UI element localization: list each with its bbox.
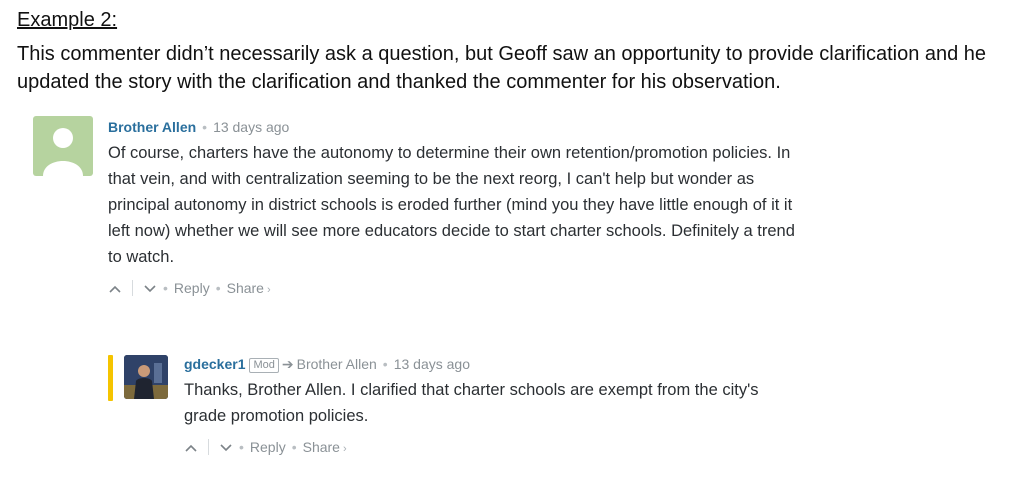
comment-actions: • Reply • Share ›	[108, 278, 798, 300]
separator-dot: •	[163, 280, 168, 296]
avatar[interactable]	[124, 355, 168, 399]
arrow-right-icon: ➔	[281, 356, 294, 372]
vote-divider	[132, 280, 133, 296]
share-button[interactable]: Share	[227, 280, 264, 296]
vote-divider	[208, 439, 209, 455]
intro-paragraph: This commenter didn’t necessarily ask a …	[17, 43, 987, 93]
separator-dot: •	[291, 439, 297, 455]
comment-timestamp[interactable]: 13 days ago	[213, 119, 289, 135]
upvote-icon[interactable]	[108, 278, 122, 298]
separator-dot: •	[239, 439, 244, 455]
comment-meta: Brother Allen • 13 days ago	[108, 116, 798, 138]
default-user-icon	[43, 128, 83, 176]
comment-actions: • Reply • Share ›	[184, 437, 804, 459]
user-photo-icon	[124, 355, 168, 399]
moderator-highlight-bar	[108, 355, 113, 401]
example-heading: Example 2:	[17, 9, 118, 31]
moderator-badge: Mod	[249, 358, 279, 373]
reply-to-author[interactable]: Brother Allen	[297, 356, 377, 372]
comment-meta: gdecker1 Mod ➔ Brother Allen • 13 days ago	[184, 353, 804, 375]
reply-button[interactable]: Reply	[250, 439, 286, 455]
comment-body: Brother Allen • 13 days ago Of course, cha…	[108, 116, 798, 300]
comment-author[interactable]: gdecker1	[184, 356, 245, 372]
comment-body: gdecker1 Mod ➔ Brother Allen • 13 days ago Th…	[184, 353, 804, 459]
chevron-right-icon: ›	[266, 284, 271, 296]
separator-dot: •	[215, 280, 221, 296]
downvote-icon[interactable]	[143, 278, 157, 298]
comment-text: Of course, charters have the autonomy to…	[108, 144, 795, 266]
comment-text: Thanks, Brother Allen. I clarified that …	[184, 381, 759, 425]
share-button[interactable]: Share	[303, 439, 340, 455]
separator-dot: •	[382, 356, 388, 372]
upvote-icon[interactable]	[184, 437, 198, 457]
chevron-right-icon: ›	[342, 443, 347, 455]
downvote-icon[interactable]	[219, 437, 233, 457]
separator-dot: •	[202, 119, 208, 135]
comment-timestamp[interactable]: 13 days ago	[394, 356, 470, 372]
avatar[interactable]	[33, 116, 93, 176]
comment-author[interactable]: Brother Allen	[108, 119, 196, 135]
reply-button[interactable]: Reply	[174, 280, 210, 296]
